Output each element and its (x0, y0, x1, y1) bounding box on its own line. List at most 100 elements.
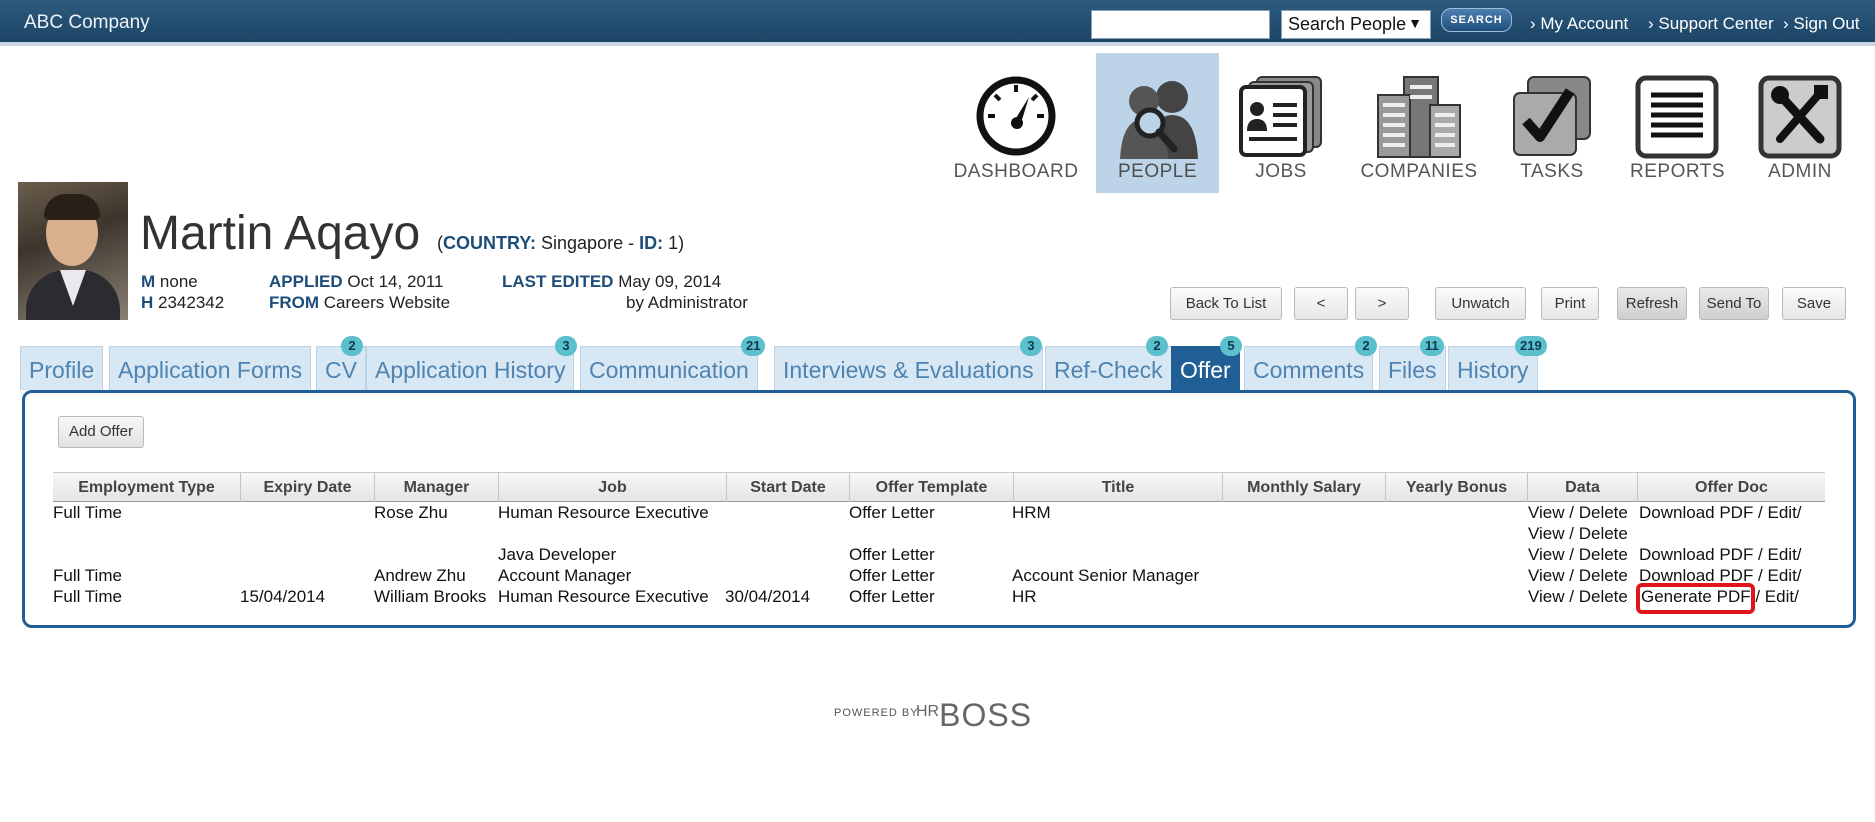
last-edited: LAST EDITED May 09, 2014 (502, 272, 722, 291)
previous-button[interactable]: < (1294, 287, 1348, 320)
cell-employment-type: Full Time (53, 566, 122, 585)
module-reports[interactable]: REPORTS (1630, 53, 1726, 193)
module-label: DASHBOARD (953, 161, 1079, 182)
column-header[interactable]: Offer Template (850, 473, 1014, 502)
column-header[interactable]: Employment Type (53, 473, 241, 502)
column-header[interactable]: Offer Doc (1638, 473, 1825, 502)
tab-badge-communication: 21 (741, 336, 766, 356)
candidate-photo (18, 182, 128, 320)
powered-by-text: POWERED BY (834, 707, 919, 719)
tab-badge-interviews: 3 (1020, 336, 1042, 356)
module-people[interactable]: PEOPLE (1096, 53, 1219, 193)
cell-title: HRM (1012, 503, 1051, 522)
dashboard-gauge-icon (976, 76, 1056, 156)
module-companies[interactable]: COMPANIES (1360, 53, 1478, 193)
cell-job: Human Resource Executive (498, 587, 709, 606)
print-button[interactable]: Print (1541, 287, 1599, 320)
cell-start-date: 30/04/2014 (725, 587, 811, 606)
tab-badge-comments: 2 (1355, 336, 1377, 356)
tab-badge-application-history: 3 (555, 336, 577, 356)
cell-offer-template: Offer Letter (849, 503, 935, 522)
tab-badge-ref-check: 2 (1146, 336, 1168, 356)
cell-manager: William Brooks (374, 587, 487, 606)
search-button[interactable]: SEARCH (1441, 8, 1512, 32)
companies-buildings-icon (1377, 76, 1461, 158)
column-header[interactable]: Data (1528, 473, 1638, 502)
tab-application-history[interactable]: Application History (366, 346, 575, 390)
view-delete-link[interactable]: View / Delete (1528, 524, 1628, 544)
module-label: REPORTS (1630, 161, 1726, 182)
view-delete-link[interactable]: View / Delete (1528, 503, 1628, 523)
sign-out-link[interactable]: › Sign Out (1783, 14, 1860, 34)
back-to-list-button[interactable]: Back To List (1170, 287, 1282, 320)
offer-table-header: Employment Type Expiry Date Manager Job … (53, 472, 1825, 502)
cell-offer-template: Offer Letter (849, 587, 935, 606)
column-header[interactable]: Expiry Date (241, 473, 375, 502)
offer-doc-links[interactable]: Download PDF / Edit/ (1639, 545, 1802, 565)
refresh-button[interactable]: Refresh (1617, 287, 1687, 320)
mobile-phone: M none (141, 272, 198, 291)
offer-doc-links[interactable]: Download PDF / Edit/ (1639, 503, 1802, 523)
cell-manager: Rose Zhu (374, 503, 448, 522)
view-delete-link[interactable]: View / Delete (1528, 587, 1628, 607)
candidate-name: Martin Aqayo (140, 207, 421, 260)
cell-offer-template: Offer Letter (849, 566, 935, 585)
view-delete-link[interactable]: View / Delete (1528, 566, 1628, 586)
support-center-link[interactable]: › Support Center (1648, 14, 1774, 34)
module-tasks[interactable]: TASKS (1505, 53, 1599, 193)
cell-job: Account Manager (498, 566, 632, 585)
module-label: PEOPLE (1117, 161, 1198, 182)
view-delete-link[interactable]: View / Delete (1528, 545, 1628, 565)
cell-employment-type: Full Time (53, 503, 122, 522)
tab-communication[interactable]: Communication (580, 346, 758, 390)
column-header[interactable]: Manager (375, 473, 499, 502)
jobs-id-card-icon (1239, 76, 1322, 157)
cell-manager: Andrew Zhu (374, 566, 466, 585)
chevron-down-icon: ▼ (1408, 15, 1422, 31)
column-header[interactable]: Title (1014, 473, 1223, 502)
reports-document-icon (1635, 75, 1719, 159)
module-label: TASKS (1520, 161, 1584, 182)
module-admin[interactable]: ADMIN (1750, 53, 1850, 193)
module-dashboard[interactable]: DASHBOARD (952, 53, 1080, 193)
applied-from: FROM Careers Website (269, 293, 451, 312)
edited-by: by Administrator (626, 293, 748, 312)
save-button[interactable]: Save (1782, 287, 1846, 320)
home-phone: H 2342342 (141, 293, 225, 312)
module-label: ADMIN (1768, 161, 1832, 182)
tab-badge-history: 219 (1515, 336, 1547, 356)
tab-profile[interactable]: Profile (20, 346, 104, 390)
next-button[interactable]: > (1355, 287, 1409, 320)
company-name: ABC Company (24, 12, 150, 33)
cell-title: Account Senior Manager (1012, 566, 1200, 585)
column-header[interactable]: Start Date (727, 473, 850, 502)
people-search-icon (1119, 81, 1198, 159)
hrboss-logo: HRBOSS (916, 697, 1033, 733)
generate-pdf-highlight (1636, 583, 1755, 614)
cell-job: Human Resource Executive (498, 503, 709, 522)
send-to-button[interactable]: Send To (1699, 287, 1769, 320)
search-scope-value: Search People (1288, 14, 1407, 34)
tab-application-forms[interactable]: Application Forms (109, 346, 312, 390)
cell-employment-type: Full Time (53, 587, 122, 606)
applied-date: APPLIED Oct 14, 2011 (269, 272, 444, 291)
module-label: COMPANIES (1360, 161, 1478, 182)
add-offer-button[interactable]: Add Offer (58, 416, 144, 448)
tab-badge-cv: 2 (341, 336, 363, 356)
search-input[interactable] (1091, 10, 1270, 39)
unwatch-button[interactable]: Unwatch (1435, 287, 1526, 320)
search-scope-select[interactable]: Search People ▼ (1281, 10, 1431, 39)
column-header[interactable]: Job (499, 473, 727, 502)
column-header[interactable]: Yearly Bonus (1386, 473, 1528, 502)
tab-badge-offer: 5 (1220, 336, 1242, 356)
top-navigation-bar: ABC Company Search People ▼ SEARCH › My … (0, 0, 1875, 46)
my-account-link[interactable]: › My Account (1530, 14, 1628, 34)
admin-tools-icon (1758, 75, 1842, 159)
module-jobs[interactable]: JOBS (1235, 53, 1327, 193)
candidate-meta: (COUNTRY: Singapore - ID: 1) (437, 233, 685, 253)
tab-comments[interactable]: Comments (1244, 346, 1374, 390)
column-header[interactable]: Monthly Salary (1223, 473, 1386, 502)
cell-offer-template: Offer Letter (849, 545, 935, 564)
tab-interviews-evaluations[interactable]: Interviews & Evaluations (774, 346, 1043, 390)
tasks-checkmark-icon (1513, 76, 1591, 156)
